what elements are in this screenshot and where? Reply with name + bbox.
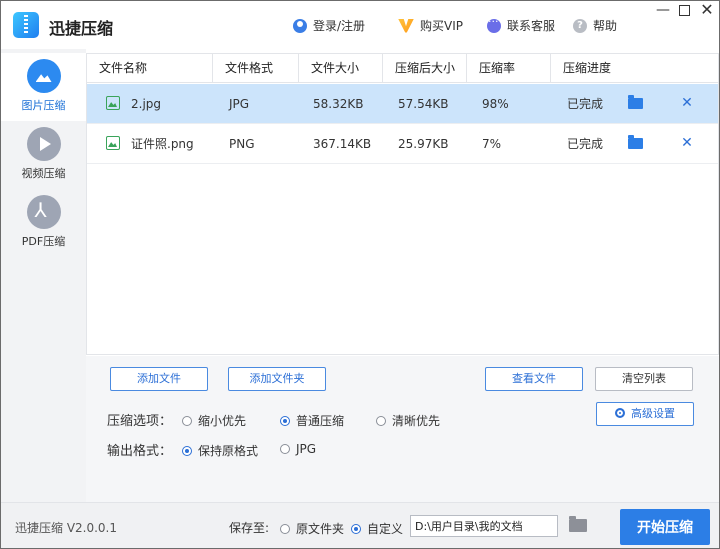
browse-folder-icon[interactable]	[569, 516, 587, 532]
file-format: PNG	[229, 137, 255, 151]
add-folder-button[interactable]: 添加文件夹	[228, 367, 326, 391]
column-header: 压缩进度	[563, 61, 612, 75]
add-file-button[interactable]: 添加文件	[110, 367, 208, 391]
compression-ratio: 7%	[482, 137, 502, 151]
sidebar-item-label: 视频压缩	[21, 167, 66, 180]
radio-selected-icon	[182, 445, 192, 456]
chat-icon	[487, 15, 501, 33]
sidebar-item-label: PDF压缩	[21, 235, 66, 248]
radio-icon	[280, 523, 290, 534]
sidebar-item-label: 图片压缩	[21, 99, 66, 112]
open-folder-icon[interactable]	[628, 135, 643, 149]
minimize-icon[interactable]: —	[655, 3, 671, 19]
buy-vip-button[interactable]: 购买VIP	[398, 17, 463, 34]
clear-list-button[interactable]: 清空列表	[595, 367, 693, 391]
help-label: 帮助	[593, 19, 618, 33]
action-panel: 添加文件 添加文件夹 查看文件 清空列表 高级设置 压缩选项： 缩小优先 普通压…	[86, 356, 719, 502]
remove-row-icon[interactable]: ✕	[679, 95, 695, 111]
progress-status: 已完成	[567, 137, 604, 151]
table-row[interactable]: 2.jpg JPG 58.32KB 57.54KB 98% 已完成 ✕	[87, 84, 718, 124]
file-table: 文件名称 文件格式 文件大小 压缩后大小 压缩率 压缩进度 2.jpg JPG …	[86, 53, 719, 355]
column-header: 压缩率	[467, 54, 551, 83]
table-header: 文件名称 文件格式 文件大小 压缩后大小 压缩率 压缩进度	[87, 54, 718, 83]
close-window-icon[interactable]: ✕	[699, 2, 715, 19]
radio-clarity-first[interactable]: 清晰优先	[376, 412, 440, 429]
save-path-input[interactable]	[410, 515, 558, 537]
table-row[interactable]: 证件照.png PNG 367.14KB 25.97KB 7% 已完成 ✕	[87, 124, 718, 164]
radio-normal-compress[interactable]: 普通压缩	[280, 412, 344, 429]
compress-options-label: 压缩选项：	[107, 414, 173, 429]
file-name: 证件照.png	[131, 137, 194, 151]
radio-icon	[182, 415, 192, 426]
sidebar-item-pdf[interactable]: PDF压缩	[1, 189, 86, 257]
progress-status: 已完成	[567, 97, 604, 111]
image-icon	[26, 59, 61, 93]
support-label: 联系客服	[507, 19, 556, 33]
column-header: 文件名称	[87, 54, 213, 83]
radio-custom-folder[interactable]: 自定义	[351, 520, 403, 537]
app-title: 迅捷压缩	[49, 19, 114, 38]
file-size: 367.14KB	[313, 137, 372, 151]
start-compress-button[interactable]: 开始压缩	[620, 509, 710, 545]
user-icon	[293, 18, 307, 33]
help-icon: ?	[573, 18, 587, 33]
radio-original-folder[interactable]: 原文件夹	[280, 520, 344, 537]
gear-icon	[615, 408, 625, 418]
column-header: 压缩后大小	[383, 54, 467, 83]
file-name: 2.jpg	[131, 97, 162, 111]
footer-bar: 迅捷压缩 V2.0.0.1 保存至: 原文件夹 自定义 开始压缩	[1, 502, 719, 548]
help-button[interactable]: ? 帮助	[573, 17, 617, 34]
save-to-label: 保存至:	[229, 521, 270, 535]
radio-label: 清晰优先	[392, 414, 441, 428]
radio-icon	[376, 415, 386, 426]
sidebar: 图片压缩 视频压缩 PDF压缩	[1, 49, 86, 502]
radio-label: 自定义	[367, 522, 404, 536]
remove-row-icon[interactable]: ✕	[679, 135, 695, 151]
pdf-icon	[26, 195, 61, 229]
support-button[interactable]: 联系客服	[487, 15, 556, 34]
radio-selected-icon	[280, 415, 290, 426]
view-file-button[interactable]: 查看文件	[485, 367, 583, 391]
advanced-settings-button[interactable]: 高级设置	[596, 402, 694, 426]
output-format-label: 输出格式：	[107, 444, 173, 459]
file-size: 58.32KB	[313, 97, 364, 111]
radio-label: 普通压缩	[296, 414, 345, 428]
radio-icon	[280, 444, 290, 454]
radio-label: 保持原格式	[198, 444, 259, 458]
radio-selected-icon	[351, 523, 361, 534]
column-header: 文件大小	[299, 54, 383, 83]
file-format: JPG	[229, 97, 250, 111]
column-header: 文件格式	[213, 54, 299, 83]
login-button[interactable]: 登录/注册	[293, 17, 365, 34]
radio-label: 原文件夹	[296, 522, 345, 536]
play-icon	[26, 127, 61, 161]
title-bar: 迅捷压缩 登录/注册 购买VIP 联系客服 ? 帮助 — ✕	[1, 1, 719, 49]
login-label: 登录/注册	[313, 19, 366, 33]
vip-icon	[398, 18, 414, 33]
compression-ratio: 98%	[482, 97, 509, 111]
sidebar-item-video[interactable]: 视频压缩	[1, 121, 86, 189]
sidebar-item-image[interactable]: 图片压缩	[1, 53, 86, 121]
app-logo-icon	[13, 12, 39, 38]
compressed-size: 25.97KB	[398, 137, 449, 151]
advanced-label: 高级设置	[631, 407, 675, 420]
radio-label: 缩小优先	[198, 414, 247, 428]
radio-shrink-first[interactable]: 缩小优先	[182, 412, 246, 429]
open-folder-icon[interactable]	[628, 95, 643, 109]
app-version: 迅捷压缩 V2.0.0.1	[15, 521, 118, 535]
vip-label: 购买VIP	[420, 19, 463, 33]
maximize-icon[interactable]	[679, 5, 690, 16]
app-window: 迅捷压缩 登录/注册 购买VIP 联系客服 ? 帮助 — ✕ 图片压缩 视频压缩	[0, 0, 720, 549]
compressed-size: 57.54KB	[398, 97, 449, 111]
radio-jpg[interactable]: JPG	[280, 442, 316, 456]
radio-keep-format[interactable]: 保持原格式	[182, 442, 258, 459]
radio-label: JPG	[296, 442, 317, 456]
